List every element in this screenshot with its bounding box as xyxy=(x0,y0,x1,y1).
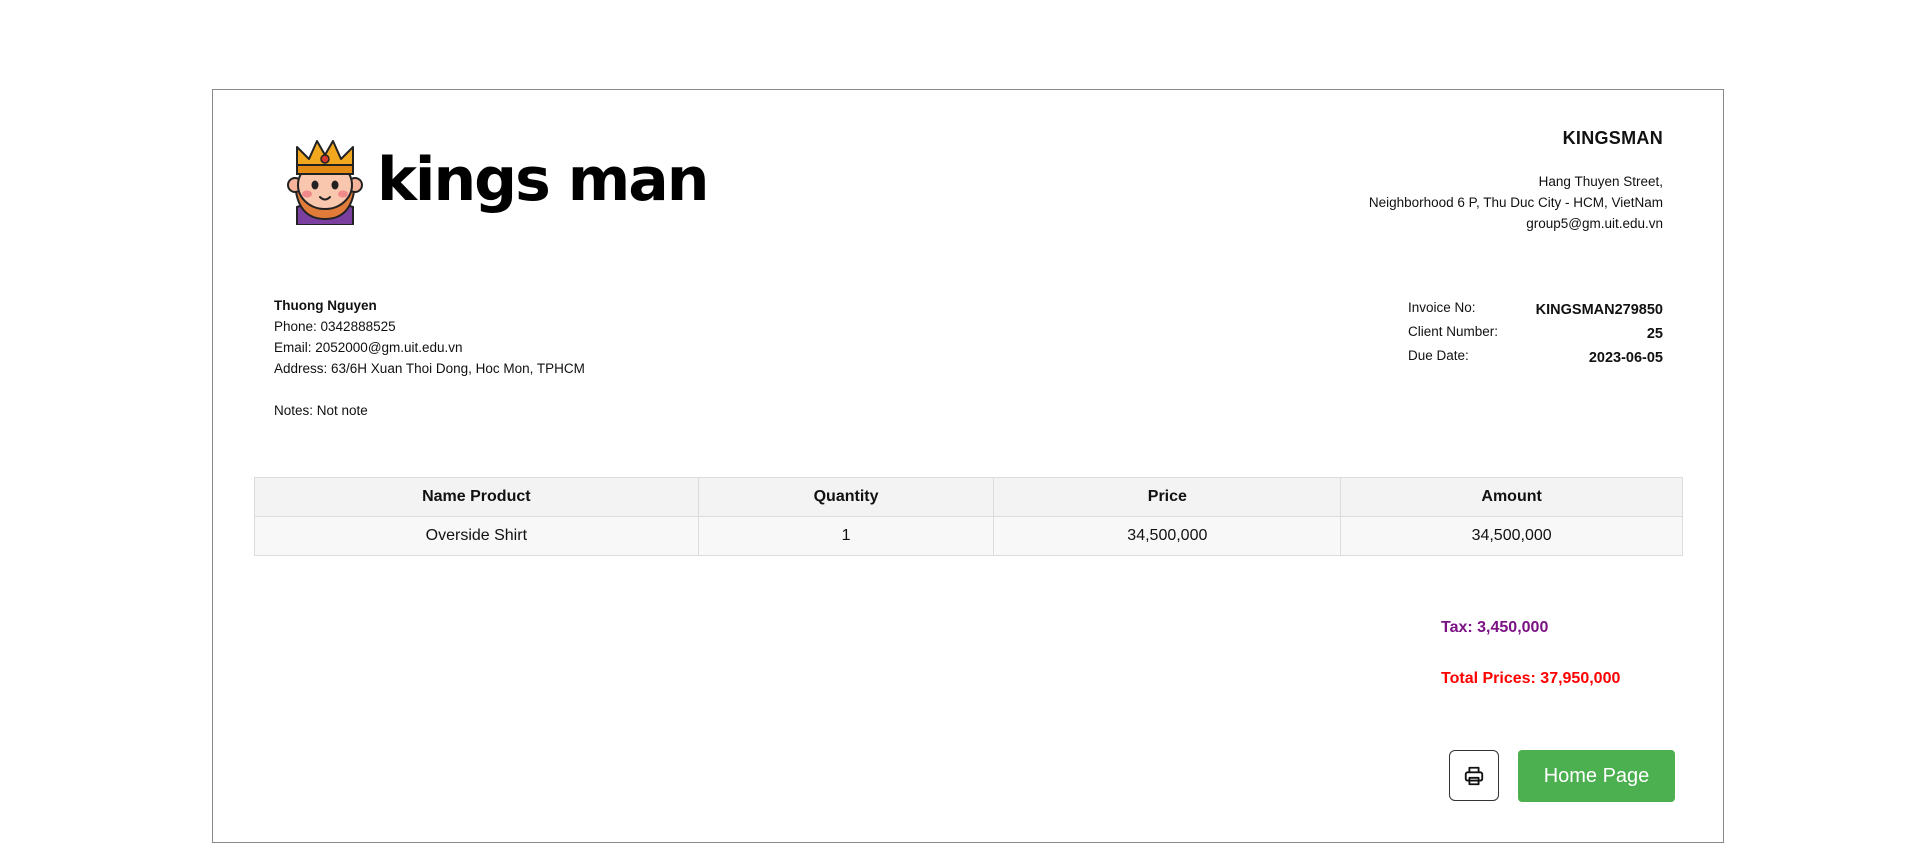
client-name: Thuong Nguyen xyxy=(274,298,377,313)
header-name-product: Name Product xyxy=(254,477,699,517)
table-row: Overside Shirt 1 34,500,000 34,500,000 xyxy=(254,516,1683,556)
cell-quantity: 1 xyxy=(697,516,995,556)
king-mascot-icon xyxy=(287,140,363,225)
client-number-row: Client Number: 25 xyxy=(1408,324,1663,348)
company-info: KINGSMAN Hang Thuyen Street, Neighborhoo… xyxy=(1369,128,1663,234)
due-date-label: Due Date: xyxy=(1408,348,1469,363)
client-notes: Notes: Not note xyxy=(274,403,368,418)
invoice-items-table: Name Product Quantity Price Amount Overs… xyxy=(254,477,1683,556)
brand-logo: kings man xyxy=(283,135,709,225)
header-quantity: Quantity xyxy=(697,477,995,517)
company-area: Neighborhood 6 P, Thu Duc City - HCM, Vi… xyxy=(1368,195,1663,210)
client-email: Email: 2052000@gm.uit.edu.vn xyxy=(274,340,463,355)
print-button[interactable] xyxy=(1449,750,1499,801)
client-phone: Phone: 0342888525 xyxy=(274,319,396,334)
client-info: Thuong Nguyen Phone: 0342888525 Email: 2… xyxy=(274,295,585,421)
invoice-card: kings man KINGSMAN Hang Thuyen Street, N… xyxy=(212,89,1724,843)
cell-price: 34,500,000 xyxy=(993,516,1342,556)
logo-wordmark: kings man xyxy=(377,145,709,215)
invoice-number-value: KINGSMAN279850 xyxy=(1535,302,1663,318)
header-price: Price xyxy=(993,477,1342,517)
invoice-meta: Invoice No: KINGSMAN279850 Client Number… xyxy=(1408,300,1663,372)
due-date-value: 2023-06-05 xyxy=(1588,350,1663,366)
home-page-button[interactable]: Home Page xyxy=(1518,750,1675,802)
client-address: Address: 63/6H Xuan Thoi Dong, Hoc Mon, … xyxy=(274,361,585,376)
client-number-label: Client Number: xyxy=(1408,324,1499,339)
cell-amount: 34,500,000 xyxy=(1340,516,1683,556)
header-amount: Amount xyxy=(1340,477,1683,517)
table-header-row: Name Product Quantity Price Amount xyxy=(254,477,1683,517)
total-price: Total Prices: 37,950,000 xyxy=(1441,670,1621,687)
client-number-value: 25 xyxy=(1646,326,1663,342)
company-email: group5@gm.uit.edu.vn xyxy=(1526,216,1663,231)
printer-icon xyxy=(1464,766,1484,785)
company-street: Hang Thuyen Street, xyxy=(1538,174,1663,189)
cell-product-name: Overside Shirt xyxy=(254,516,699,556)
invoice-number-row: Invoice No: KINGSMAN279850 xyxy=(1408,300,1663,324)
due-date-row: Due Date: 2023-06-05 xyxy=(1408,348,1663,372)
tax-amount: Tax: 3,450,000 xyxy=(1441,619,1549,636)
company-name: KINGSMAN xyxy=(1562,128,1663,148)
invoice-number-label: Invoice No: xyxy=(1408,300,1476,315)
